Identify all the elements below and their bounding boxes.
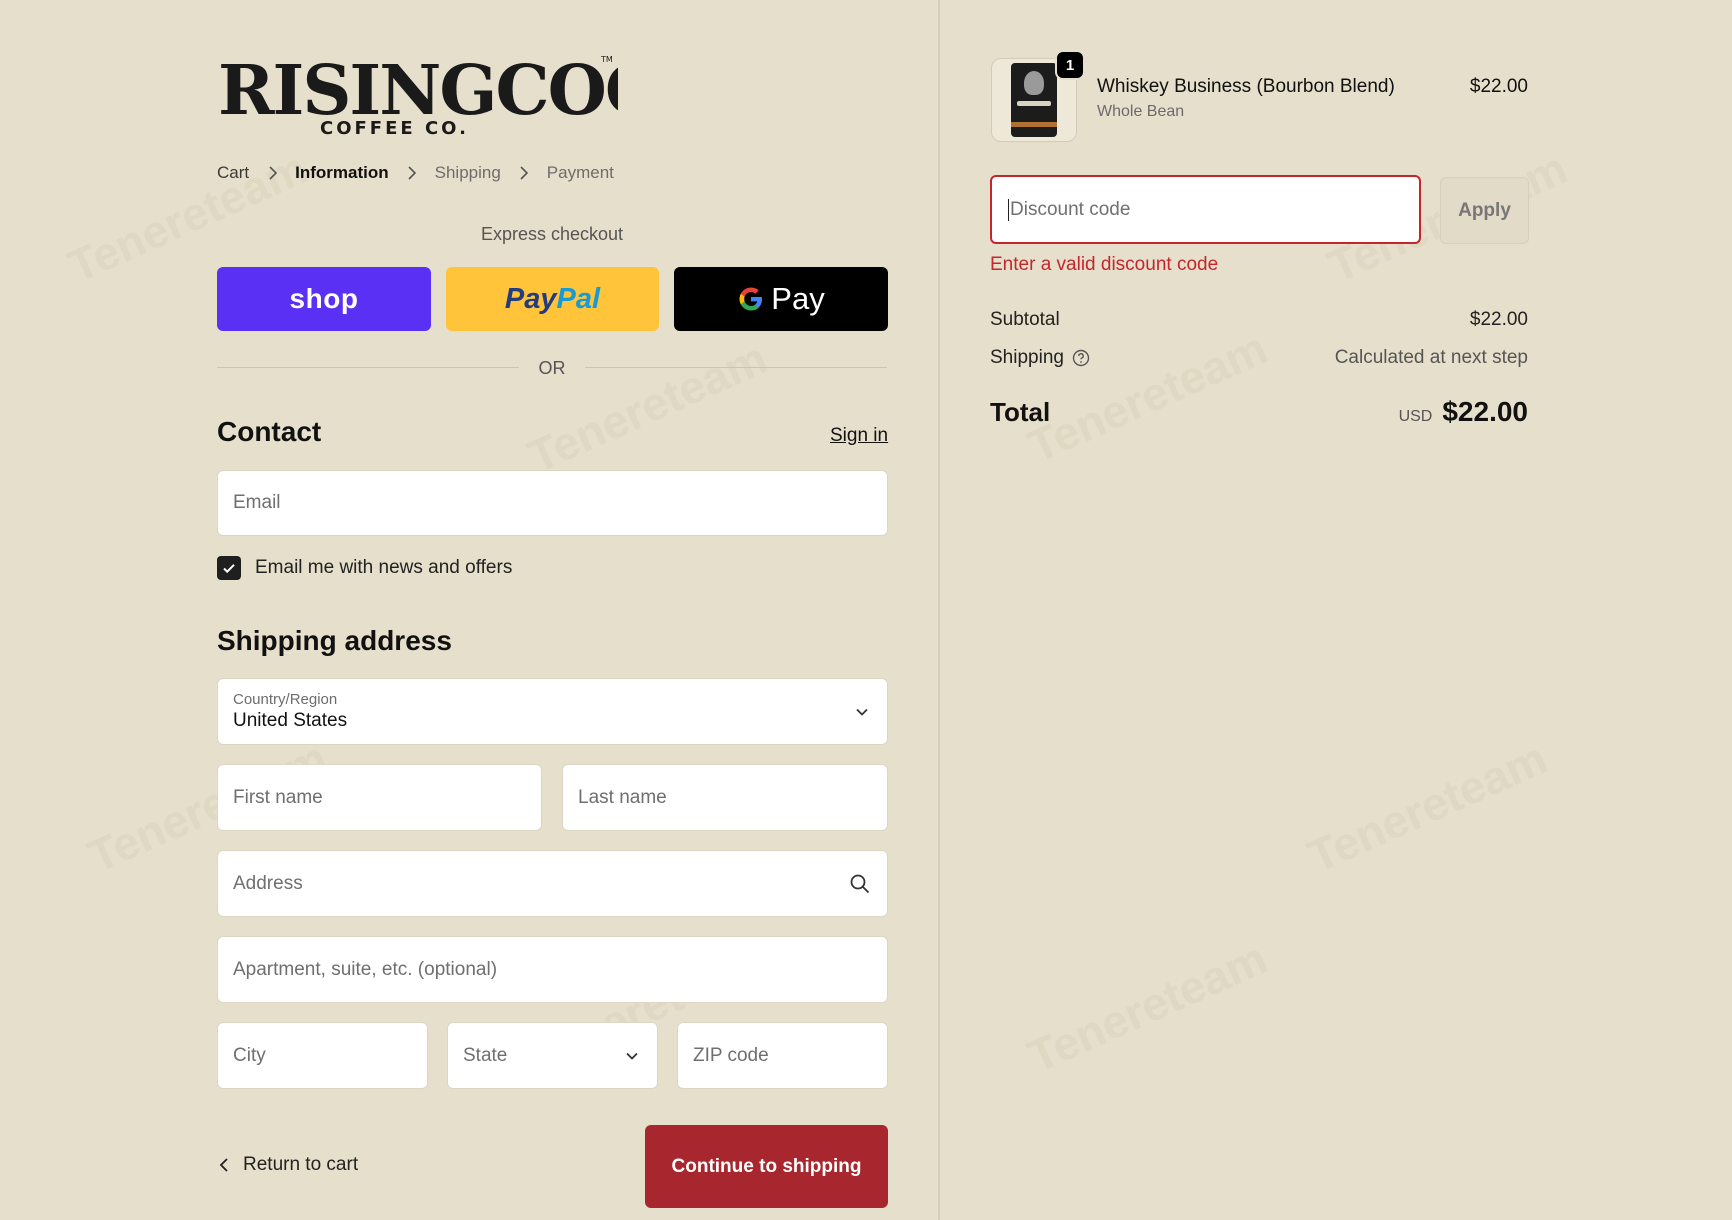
subtotal-label: Subtotal	[990, 309, 1060, 330]
discount-code-placeholder: Discount code	[1010, 198, 1131, 220]
last-name-placeholder: Last name	[578, 786, 667, 808]
last-name-field[interactable]: Last name	[562, 764, 888, 831]
help-icon[interactable]	[1072, 349, 1090, 367]
email-field[interactable]: Email	[217, 470, 888, 536]
total-label: Total	[990, 397, 1051, 427]
total-row: Total USD $22.00	[990, 396, 1528, 428]
coffee-bag-image	[1011, 63, 1057, 137]
city-field[interactable]: City	[217, 1022, 428, 1089]
apartment-placeholder: Apartment, suite, etc. (optional)	[233, 958, 498, 980]
brand-logo[interactable]: RISINGCOCK COFFEE CO. TM	[218, 44, 618, 140]
logo-sub-text: COFFEE CO.	[320, 118, 469, 139]
zip-placeholder: ZIP code	[693, 1044, 769, 1066]
newsletter-checkbox[interactable]	[217, 556, 241, 580]
shop-pay-button[interactable]: shop	[217, 267, 431, 331]
product-variant: Whole Bean	[1097, 103, 1185, 120]
country-select[interactable]: Country/Region United States	[217, 678, 888, 745]
shipping-address-title: Shipping address	[217, 625, 452, 656]
currency-code: USD	[1398, 408, 1433, 425]
product-name: Whiskey Business (Bourbon Blend)	[1097, 76, 1395, 97]
first-name-placeholder: First name	[233, 786, 323, 808]
google-pay-label: Pay	[737, 281, 825, 317]
return-to-cart-label: Return to cart	[243, 1154, 359, 1175]
chevron-right-icon	[267, 166, 277, 180]
or-label: OR	[538, 358, 566, 378]
checkmark-icon	[223, 564, 235, 574]
discount-error-message: Enter a valid discount code	[990, 254, 1219, 275]
discount-code-field[interactable]: Discount code	[990, 175, 1421, 244]
subtotal-value: $22.00	[1469, 309, 1528, 330]
search-icon[interactable]	[849, 873, 871, 895]
zip-code-field[interactable]: ZIP code	[677, 1022, 888, 1089]
shipping-label: Shipping	[990, 347, 1064, 368]
state-select[interactable]: State	[447, 1022, 658, 1089]
state-placeholder: State	[463, 1044, 508, 1066]
google-g-icon	[739, 287, 763, 311]
breadcrumb-cart[interactable]: Cart	[217, 163, 249, 183]
sign-in-link[interactable]: Sign in	[830, 425, 1732, 447]
express-checkout-title: Express checkout	[480, 224, 624, 244]
logo-trademark: TM	[600, 55, 613, 64]
breadcrumb-information: Information	[295, 163, 389, 182]
return-to-cart-link[interactable]: Return to cart	[219, 1154, 358, 1176]
total-value: $22.00	[1442, 396, 1528, 427]
paypal-label: PayPal	[504, 282, 601, 315]
quantity-badge: 1	[1055, 50, 1085, 80]
chevron-left-icon	[219, 1158, 228, 1172]
chevron-down-icon	[626, 1052, 638, 1060]
apply-discount-button[interactable]: Apply	[1440, 177, 1529, 244]
first-name-field[interactable]: First name	[217, 764, 542, 831]
newsletter-option[interactable]: Email me with news and offers	[217, 556, 512, 580]
apartment-field[interactable]: Apartment, suite, etc. (optional)	[217, 936, 888, 1003]
subtotal-row: Subtotal $22.00	[990, 309, 1528, 331]
continue-to-shipping-button[interactable]: Continue to shipping	[645, 1125, 888, 1208]
watermark-text: Tenereteam	[1300, 731, 1555, 883]
address-placeholder: Address	[233, 872, 303, 894]
shipping-row: Shipping Calculated at next step	[990, 347, 1528, 369]
city-placeholder: City	[233, 1044, 266, 1066]
contact-title: Contact	[217, 416, 322, 447]
chevron-right-icon	[407, 166, 417, 180]
shipping-value: Calculated at next step	[1334, 347, 1528, 368]
product-price: $22.00	[1469, 76, 1528, 97]
shop-pay-label: shop	[289, 283, 359, 314]
breadcrumb: Cart Information Shipping Payment	[217, 163, 614, 183]
chevron-right-icon	[519, 166, 529, 180]
newsletter-label: Email me with news and offers	[255, 557, 513, 578]
email-placeholder: Email	[233, 492, 281, 513]
watermark-text: Tenereteam	[520, 331, 775, 483]
google-pay-button[interactable]: Pay	[674, 267, 888, 331]
breadcrumb-payment: Payment	[546, 163, 614, 182]
country-label: Country/Region	[233, 690, 338, 708]
country-value: United States	[233, 709, 348, 731]
address-field[interactable]: Address	[217, 850, 888, 917]
watermark-text: Tenereteam	[1020, 931, 1275, 1083]
chevron-down-icon	[856, 708, 868, 716]
text-caret	[1008, 198, 1009, 221]
paypal-button[interactable]: PayPal	[446, 267, 659, 331]
logo-wordmark: RISINGCOCK COFFEE CO. TM	[218, 51, 618, 139]
column-divider	[938, 0, 940, 1220]
or-divider: OR	[217, 356, 887, 380]
breadcrumb-shipping: Shipping	[434, 163, 501, 182]
